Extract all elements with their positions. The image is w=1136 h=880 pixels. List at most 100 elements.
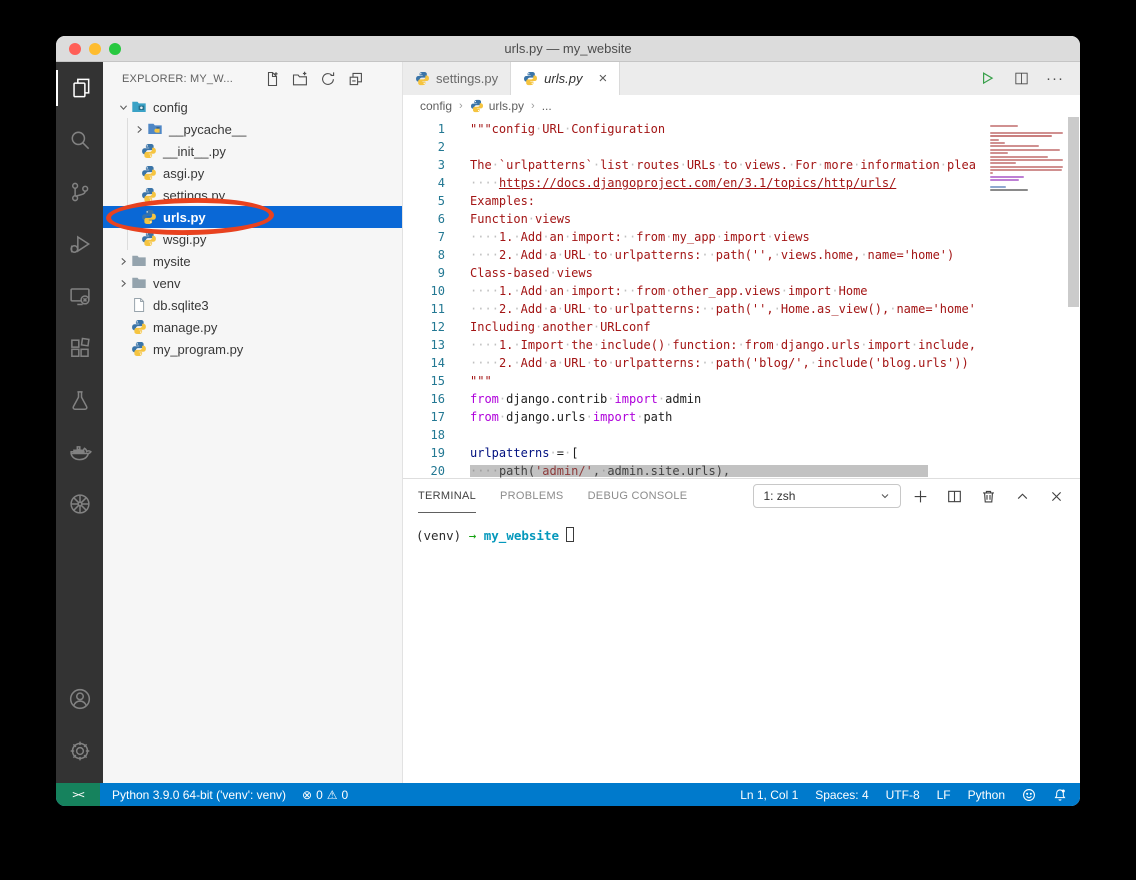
activity-item-remote-explorer[interactable] (56, 270, 103, 322)
title-bar[interactable]: urls.py — my_website (56, 36, 1080, 62)
tree-item--pycache-[interactable]: __pycache__ (103, 118, 402, 140)
minimize-window-button[interactable] (89, 43, 101, 55)
breadcrumb-item-2[interactable]: ... (542, 99, 552, 113)
tree-item-label: config (153, 100, 188, 115)
chevron-down-icon (115, 99, 131, 115)
line-text: ····1.·Add·an·import:··from·my_app·impor… (470, 228, 810, 246)
new-terminal-button[interactable] (912, 488, 929, 505)
minimap[interactable] (990, 125, 1065, 193)
chevron-right-icon (115, 275, 131, 291)
new-folder-button[interactable] (291, 71, 308, 88)
line-text: ····1.·Import·the·include()·function:·fr… (470, 336, 976, 354)
tree-item-my-program-py[interactable]: my_program.py (103, 338, 402, 360)
line-number: 13 (403, 336, 445, 354)
debug-icon (67, 231, 93, 257)
more-editor-actions-button[interactable]: ··· (1046, 70, 1064, 88)
panel-tab-terminal[interactable]: TERMINAL (418, 479, 476, 513)
close-panel-button[interactable] (1048, 488, 1065, 505)
python-interpreter-status[interactable]: Python 3.9.0 64-bit ('venv': venv) (112, 788, 286, 802)
activity-item-explorer[interactable] (56, 62, 103, 114)
collapse-folders-button[interactable] (347, 71, 364, 88)
activity-item-source-control[interactable] (56, 166, 103, 218)
panel-tabs: TERMINAL PROBLEMS DEBUG CONSOLE (418, 479, 687, 513)
code-line-6: 6Function·views (403, 210, 1080, 228)
activity-item-kubernetes[interactable] (56, 478, 103, 530)
activity-item-testing[interactable] (56, 374, 103, 426)
activity-item-search[interactable] (56, 114, 103, 166)
tree-item-mysite[interactable]: mysite (103, 250, 402, 272)
code-editor[interactable]: 1"""config·URL·Configuration23The·`urlpa… (403, 117, 1080, 478)
error-count: 0 (316, 788, 323, 802)
chevron-down-icon (879, 490, 891, 502)
line-number: 14 (403, 354, 445, 372)
activity-item-settings[interactable] (56, 725, 103, 777)
activity-item-accounts[interactable] (56, 673, 103, 725)
tree-item-config[interactable]: config (103, 96, 402, 118)
minimap-line (990, 135, 1052, 137)
tree-item-settings-py[interactable]: settings.py (103, 184, 402, 206)
vertical-scrollbar[interactable] (1068, 117, 1079, 307)
more-actions-button[interactable] (375, 71, 392, 88)
language-mode-status[interactable]: Python (968, 788, 1005, 802)
line-text: Including·another·URLconf (470, 318, 651, 336)
breadcrumb[interactable]: config›urls.py›... (403, 95, 1080, 117)
files-icon (67, 75, 93, 101)
tree-item-venv[interactable]: venv (103, 272, 402, 294)
tree-item-label: settings.py (163, 188, 225, 203)
kill-terminal-button[interactable] (980, 488, 997, 505)
panel-tab-problems[interactable]: PROBLEMS (500, 479, 564, 513)
tree-item-label: my_program.py (153, 342, 243, 357)
line-text: from·django.urls·import·path (470, 408, 672, 426)
bell-icon[interactable] (1053, 788, 1067, 802)
tab-settings-py[interactable]: settings.py (403, 62, 511, 95)
vscode-window: urls.py — my_website EXPLORER: MY_W... c… (56, 36, 1080, 806)
warning-count: 0 (342, 788, 349, 802)
panel-tab-debug-console[interactable]: DEBUG CONSOLE (588, 479, 688, 513)
cursor-position-status[interactable]: Ln 1, Col 1 (740, 788, 798, 802)
horizontal-scrollbar[interactable] (470, 465, 928, 477)
zoom-window-button[interactable] (109, 43, 121, 55)
editor-area: settings.pyurls.py× ··· config›urls.py›.… (403, 62, 1080, 783)
python-icon (141, 231, 157, 247)
split-terminal-button[interactable] (946, 488, 963, 505)
terminal-content[interactable]: (venv) → my_website (403, 513, 1080, 543)
activity-item-extensions[interactable] (56, 322, 103, 374)
activity-item-docker[interactable] (56, 426, 103, 478)
split-editor-button[interactable] (1012, 70, 1030, 88)
tree-item-db-sqlite3[interactable]: db.sqlite3 (103, 294, 402, 316)
minimap-line (990, 145, 1039, 147)
feedback-icon[interactable] (1022, 788, 1036, 802)
problems-status[interactable]: ⊗ 0 ⚠ 0 (302, 788, 348, 802)
line-number: 6 (403, 210, 445, 228)
tree-item-manage-py[interactable]: manage.py (103, 316, 402, 338)
shell-select-dropdown[interactable]: 1: zsh (753, 484, 901, 508)
explorer-header: EXPLORER: MY_W... (103, 62, 402, 96)
eol-status[interactable]: LF (937, 788, 951, 802)
tab-urls-py[interactable]: urls.py× (511, 62, 620, 95)
tree-item-urls-py[interactable]: urls.py (103, 206, 402, 228)
tree-item-asgi-py[interactable]: asgi.py (103, 162, 402, 184)
terminal-panel: TERMINAL PROBLEMS DEBUG CONSOLE 1: zsh (ve… (403, 478, 1080, 783)
panel-actions (912, 488, 1065, 505)
status-bar: >< Python 3.9.0 64-bit ('venv': venv) ⊗ … (56, 783, 1080, 806)
tree-item-label: manage.py (153, 320, 217, 335)
close-window-button[interactable] (69, 43, 81, 55)
close-tab-icon[interactable]: × (598, 71, 607, 86)
breadcrumb-separator: › (531, 100, 535, 112)
refresh-explorer-button[interactable] (319, 71, 336, 88)
breadcrumb-item-1[interactable]: urls.py (470, 99, 524, 113)
tree-item--init-py[interactable]: __init__.py (103, 140, 402, 162)
remote-indicator[interactable]: >< (56, 783, 100, 806)
activity-item-run-debug[interactable] (56, 218, 103, 270)
explorer-title: EXPLORER: MY_W... (122, 73, 233, 85)
tree-item-wsgi-py[interactable]: wsgi.py (103, 228, 402, 250)
run-python-file-button[interactable] (978, 70, 996, 88)
minimap-line (990, 179, 1019, 181)
encoding-status[interactable]: UTF-8 (886, 788, 920, 802)
chevron-right-icon (115, 253, 131, 269)
breadcrumb-item-0[interactable]: config (420, 99, 452, 113)
remote-explorer-icon (67, 283, 93, 309)
new-file-button[interactable] (263, 71, 280, 88)
indentation-status[interactable]: Spaces: 4 (815, 788, 868, 802)
maximize-panel-button[interactable] (1014, 488, 1031, 505)
